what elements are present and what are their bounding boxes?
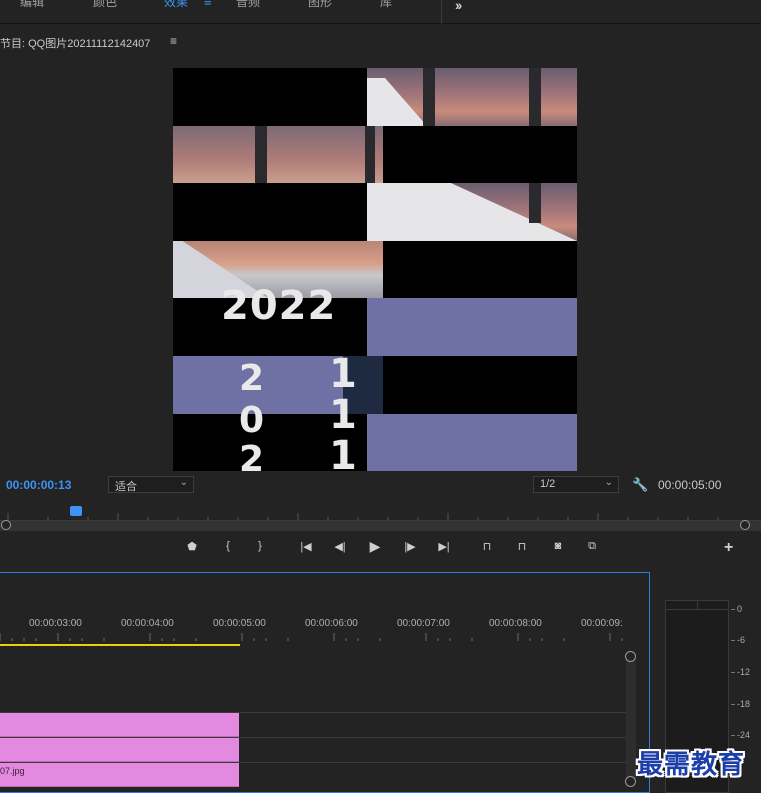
zoom-select[interactable]: 适合 ⌄ xyxy=(108,476,194,493)
ruler-time-label: 00:00:09: xyxy=(581,618,623,629)
video-strip xyxy=(367,414,577,471)
timeline-clip[interactable] xyxy=(0,713,239,737)
ruler-time-label: 00:00:05:00 xyxy=(213,618,266,629)
video-text-digit: 2 xyxy=(239,358,265,399)
go-to-in-button[interactable]: |◀ xyxy=(296,540,316,553)
timeline-panel[interactable]: 00:00:03:00 00:00:04:00 00:00:05:00 00:0… xyxy=(0,572,650,793)
video-text-digit: 1 xyxy=(329,351,357,397)
wrench-icon[interactable]: 🔧 xyxy=(632,477,648,493)
scrollbar-top-handle[interactable] xyxy=(625,651,636,662)
scrub-track[interactable] xyxy=(0,521,761,531)
ruler-time-label: 00:00:07:00 xyxy=(397,618,450,629)
ruler-time-label: 00:00:06:00 xyxy=(305,618,358,629)
timeline-ruler[interactable]: 00:00:03:00 00:00:04:00 00:00:05:00 00:0… xyxy=(0,613,626,643)
workspace-tab-audio[interactable]: 音频 xyxy=(236,0,260,10)
monitor-scrub-bar[interactable] xyxy=(0,503,761,533)
timeline-clip[interactable] xyxy=(0,738,239,762)
video-text-digit: 1 xyxy=(329,433,357,471)
timeline-clip[interactable]: 07.jpg xyxy=(0,763,239,787)
current-timecode[interactable]: 00:00:00:13 xyxy=(6,478,71,492)
workspace-bar: 编辑 颜色 效果 ≡ 音频 图形 库 ›› xyxy=(0,0,761,24)
ruler-ticks xyxy=(0,633,623,641)
double-chevron-right-icon[interactable]: ›› xyxy=(455,0,462,13)
panel-menu-icon[interactable]: ≡ xyxy=(170,34,177,48)
lift-button[interactable]: ⊓ xyxy=(477,540,497,553)
chevron-down-icon: ⌄ xyxy=(604,477,613,488)
meter-label: -18 xyxy=(737,699,751,709)
clip-label: 07.jpg xyxy=(0,766,25,776)
resolution-select-value: 1/2 xyxy=(540,478,556,490)
hamburger-icon[interactable]: ≡ xyxy=(204,0,212,9)
meter-tick xyxy=(731,609,735,610)
divider xyxy=(441,0,442,24)
in-out-range-bar xyxy=(0,644,240,646)
play-button[interactable]: ▶ xyxy=(365,538,385,555)
chevron-down-icon: ⌄ xyxy=(179,477,188,488)
video-text-digit: 2 xyxy=(239,439,265,471)
resolution-select[interactable]: 1/2 ⌄ xyxy=(533,476,619,493)
watermark-text: 最需教育 xyxy=(637,750,746,780)
meter-label: 0 xyxy=(737,604,743,614)
compare-view-button[interactable]: ⧉ xyxy=(582,540,602,553)
meter-label: -6 xyxy=(737,635,746,645)
step-back-button[interactable]: ◀| xyxy=(330,540,350,553)
transport-controls: ⬟ { } |◀ ◀| ▶ |▶ ▶| ⊓ ⊓ ◙ ⧉ xyxy=(0,538,761,560)
video-strip xyxy=(255,126,267,183)
duration-timecode: 00:00:05:00 xyxy=(658,478,722,492)
export-frame-button[interactable]: ◙ xyxy=(548,540,568,552)
zoom-select-value: 适合 xyxy=(115,481,137,493)
meter-label: -24 xyxy=(737,730,751,740)
meter-channel-divider xyxy=(697,601,698,609)
meter-tick xyxy=(731,704,735,705)
extract-button[interactable]: ⊓ xyxy=(512,540,532,553)
add-marker-button[interactable]: ⬟ xyxy=(182,540,202,553)
workspace-tab-libraries[interactable]: 库 xyxy=(380,0,392,10)
workspace-tab-color[interactable]: 颜色 xyxy=(93,0,117,10)
mark-out-button[interactable]: } xyxy=(250,540,270,552)
scrollbar-bottom-handle[interactable] xyxy=(625,776,636,787)
workspace-tab-graphics[interactable]: 图形 xyxy=(308,0,332,10)
video-strip xyxy=(365,126,375,183)
workspace-tab-edit[interactable]: 编辑 xyxy=(20,0,44,10)
step-forward-button[interactable]: |▶ xyxy=(400,540,420,553)
mark-in-button[interactable]: { xyxy=(218,540,238,552)
ruler-time-label: 00:00:04:00 xyxy=(121,618,174,629)
meter-top-line xyxy=(666,609,728,610)
video-text-digit: 1 xyxy=(329,392,357,438)
go-to-out-button[interactable]: ▶| xyxy=(434,540,454,553)
video-strip xyxy=(529,183,541,223)
ruler-time-label: 00:00:03:00 xyxy=(29,618,82,629)
scrub-start-handle[interactable] xyxy=(1,520,11,530)
scrub-end-handle[interactable] xyxy=(740,520,750,530)
meter-tick xyxy=(731,672,735,673)
video-strip xyxy=(367,298,577,356)
video-strip xyxy=(423,68,435,126)
meter-tick xyxy=(731,735,735,736)
meter-tick xyxy=(731,640,735,641)
workspace-tab-effects[interactable]: 效果 xyxy=(164,0,188,10)
playhead-handle[interactable] xyxy=(70,506,82,516)
meter-label: -12 xyxy=(737,667,751,677)
timeline-vertical-scrollbar[interactable] xyxy=(626,658,636,784)
video-strip xyxy=(173,126,383,183)
ruler-time-label: 00:00:08:00 xyxy=(489,618,542,629)
video-text-digit: 0 xyxy=(239,400,265,441)
video-strip xyxy=(529,68,541,126)
program-monitor-video[interactable]: 2022 2 0 2 1 1 1 xyxy=(173,68,577,471)
button-editor-button[interactable]: + xyxy=(724,539,733,557)
video-text-year: 2022 xyxy=(221,283,337,329)
program-monitor-title: 节目: QQ图片20211112142407 xyxy=(0,38,151,50)
scrub-ruler xyxy=(0,513,761,521)
